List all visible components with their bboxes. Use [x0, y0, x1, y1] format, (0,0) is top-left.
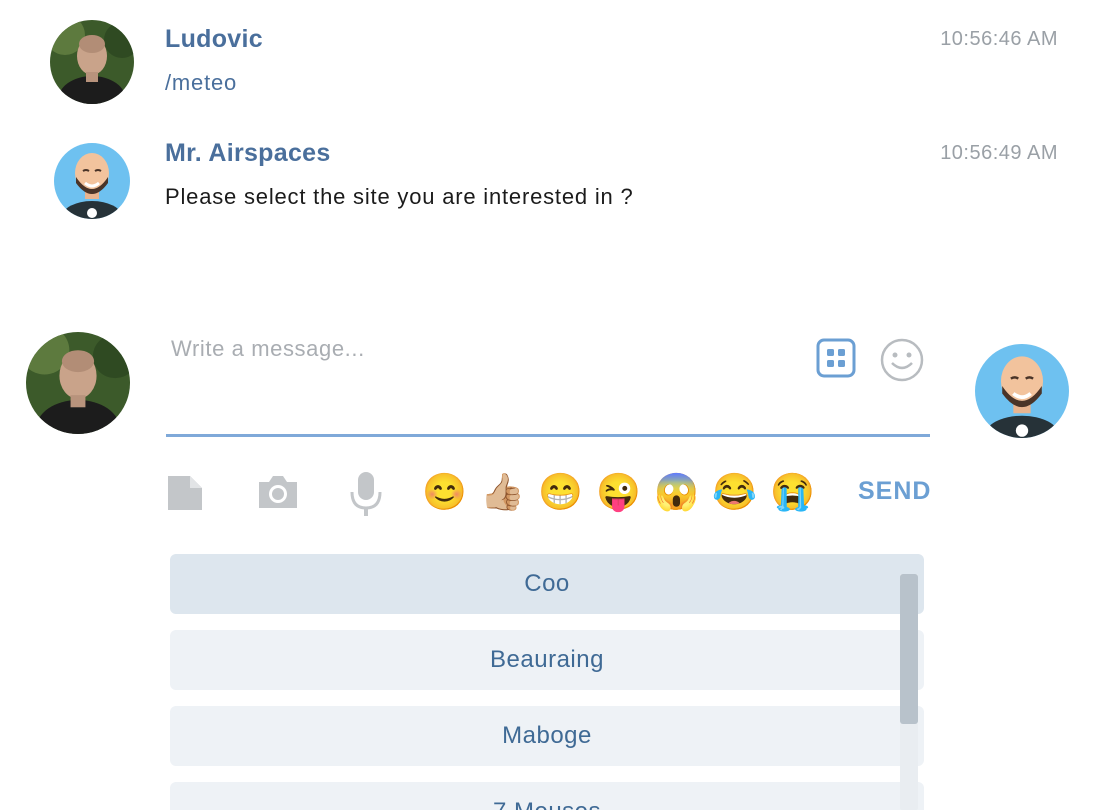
bot-avatar-large[interactable]	[975, 344, 1069, 438]
scrollbar-thumb[interactable]	[900, 574, 918, 724]
message-timestamp: 10:56:49 AM	[940, 142, 1058, 164]
send-button[interactable]: SEND	[858, 477, 931, 506]
reply-keyboard: Coo Beauraing Maboge 7 Meuses	[170, 554, 924, 810]
user-photo-icon	[26, 332, 130, 434]
emoji-joy-icon[interactable]: 😂	[712, 472, 757, 512]
message-input-placeholder: Write a message...	[171, 336, 365, 361]
camera-icon[interactable]	[257, 474, 299, 515]
message-text: Please select the site you are intereste…	[165, 184, 634, 209]
file-icon[interactable]	[166, 474, 204, 517]
keyboard-option[interactable]: 7 Meuses	[170, 782, 924, 810]
smiley-icon[interactable]	[880, 338, 924, 382]
emoji-wink-tongue-icon[interactable]: 😜	[596, 472, 641, 512]
message-input[interactable]: Write a message...	[166, 322, 930, 437]
keyboard-option[interactable]: Coo	[170, 554, 924, 614]
current-user-avatar[interactable]	[26, 332, 130, 434]
emoji-thumbs-up-icon[interactable]: 👍🏼	[480, 472, 525, 512]
emoji-scream-icon[interactable]: 😱	[654, 472, 699, 512]
microphone-icon[interactable]	[348, 470, 384, 521]
keyboard-option[interactable]: Maboge	[170, 706, 924, 766]
keyboard-option[interactable]: Beauraing	[170, 630, 924, 690]
bot-cartoon-icon	[54, 143, 130, 219]
message-bot: Mr. Airspaces 10:56:49 AM Please select …	[0, 0, 1116, 219]
emoji-grin-icon[interactable]: 😁	[538, 472, 583, 512]
emoji-sob-icon[interactable]: 😭	[770, 472, 815, 512]
bot-avatar[interactable]	[54, 143, 130, 219]
emoji-smile-icon[interactable]: 😊	[422, 472, 467, 512]
bot-cartoon-icon	[975, 344, 1069, 438]
sender-name: Mr. Airspaces	[165, 139, 331, 167]
grid-keyboard-icon[interactable]	[816, 338, 856, 378]
